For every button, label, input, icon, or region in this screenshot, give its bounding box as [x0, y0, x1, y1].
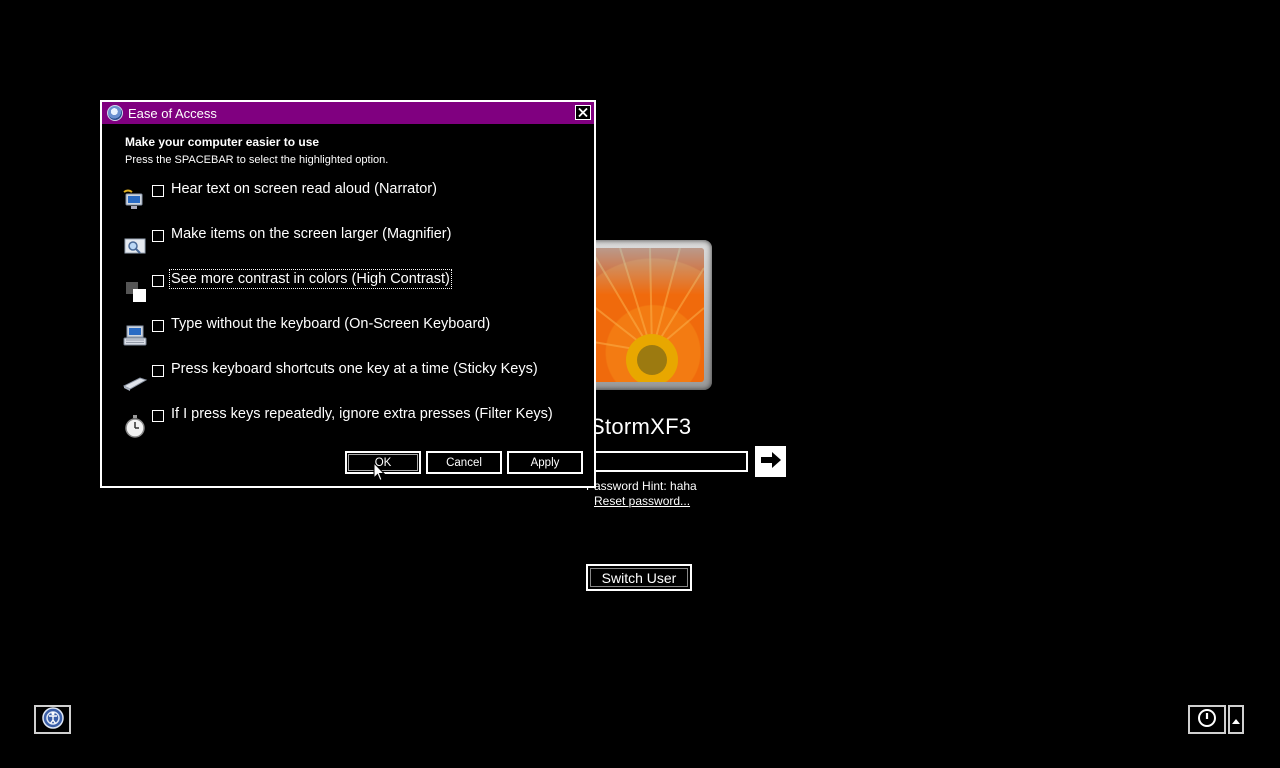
dialog-title: Ease of Access [128, 105, 217, 121]
magnifier-checkbox[interactable] [152, 230, 164, 242]
ease-of-access-button[interactable] [34, 705, 71, 734]
option-label: If I press keys repeatedly, ignore extra… [171, 406, 553, 422]
shutdown-button[interactable] [1188, 705, 1226, 734]
reset-password-link[interactable]: Reset password... [594, 494, 690, 508]
close-button[interactable] [575, 105, 591, 120]
option-magnifier[interactable]: Make items on the screen larger (Magnifi… [122, 226, 582, 265]
sticky-keys-checkbox[interactable] [152, 365, 164, 377]
option-filter-keys[interactable]: If I press keys repeatedly, ignore extra… [122, 406, 582, 445]
narrator-icon [122, 188, 148, 214]
apply-button[interactable]: Apply [507, 451, 583, 474]
high-contrast-checkbox[interactable] [152, 275, 164, 287]
narrator-checkbox[interactable] [152, 185, 164, 197]
power-icon [1197, 708, 1217, 731]
onscreen-keyboard-checkbox[interactable] [152, 320, 164, 332]
magnifier-icon [122, 233, 148, 259]
arrow-up-icon [1232, 712, 1240, 727]
dialog-titlebar[interactable]: Ease of Access [102, 102, 594, 124]
sticky-keys-icon [122, 368, 148, 394]
user-name: StormXF3 [590, 414, 692, 439]
close-icon [578, 105, 588, 120]
option-high-contrast[interactable]: See more contrast in colors (High Contra… [122, 269, 582, 310]
switch-user-button[interactable]: Switch User [586, 564, 692, 591]
submit-button[interactable] [755, 446, 786, 477]
option-label: Type without the keyboard (On-Screen Key… [171, 316, 491, 332]
arrow-right-icon [759, 450, 783, 473]
option-label: Make items on the screen larger (Magnifi… [171, 226, 452, 242]
password-hint: Password Hint: haha [586, 479, 697, 493]
dialog-heading: Make your computer easier to use [125, 135, 320, 149]
option-label: Hear text on screen read aloud (Narrator… [171, 181, 437, 197]
filter-keys-checkbox[interactable] [152, 410, 164, 422]
option-label: Press keyboard shortcuts one key at a ti… [171, 361, 538, 377]
option-label: See more contrast in colors (High Contra… [169, 269, 452, 289]
shutdown-options-button[interactable] [1228, 705, 1244, 734]
ease-of-access-icon [41, 707, 64, 732]
onscreen-keyboard-icon [122, 323, 148, 349]
high-contrast-icon [122, 278, 148, 304]
mouse-cursor-icon [373, 461, 386, 487]
password-field[interactable] [590, 451, 748, 472]
ease-of-access-icon [107, 105, 123, 121]
filter-keys-icon [122, 413, 148, 439]
option-onscreen-keyboard[interactable]: Type without the keyboard (On-Screen Key… [122, 316, 582, 355]
option-narrator[interactable]: Hear text on screen read aloud (Narrator… [122, 181, 582, 220]
option-sticky-keys[interactable]: Press keyboard shortcuts one key at a ti… [122, 361, 582, 400]
ease-of-access-dialog: Ease of Access Make your computer easier… [100, 100, 596, 488]
dialog-instruction: Press the SPACEBAR to select the highlig… [125, 154, 389, 166]
cancel-button[interactable]: Cancel [426, 451, 502, 474]
